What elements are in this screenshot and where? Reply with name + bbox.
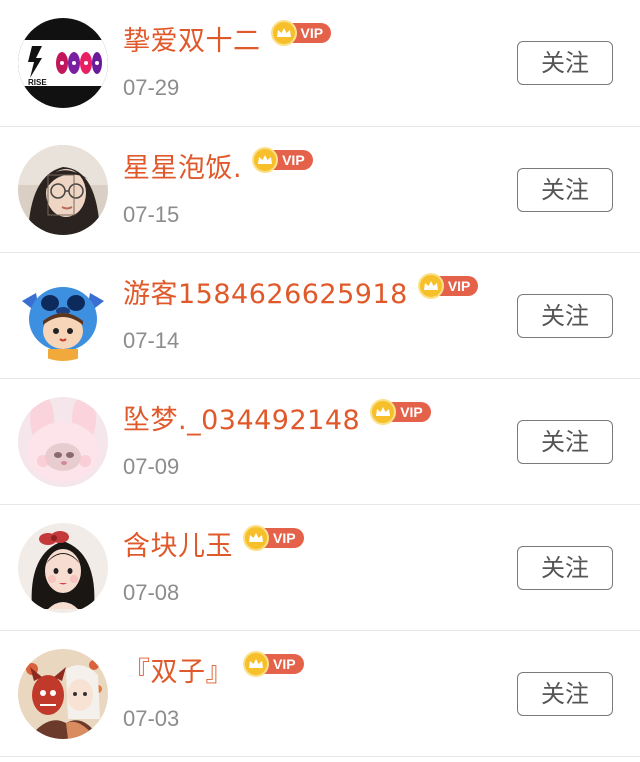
follower-list: RISE 挚爱双十二 VIP 07-29 关注 星星泡饭. VIP 07-15 … bbox=[0, 0, 640, 757]
follow-button[interactable]: 关注 bbox=[517, 41, 613, 85]
girl-photo-avatar-icon[interactable] bbox=[18, 145, 108, 235]
vip-badge: VIP bbox=[370, 399, 431, 425]
username[interactable]: 挚爱双十二 bbox=[123, 22, 261, 62]
crown-icon bbox=[243, 651, 269, 677]
stitch-hood-avatar-icon[interactable] bbox=[18, 271, 108, 361]
anime-pair-avatar-icon[interactable] bbox=[18, 649, 108, 739]
list-item[interactable]: RISE 挚爱双十二 VIP 07-29 关注 bbox=[0, 0, 640, 127]
crown-icon bbox=[252, 147, 279, 173]
crown-icon bbox=[417, 273, 444, 299]
username[interactable]: 星星泡饭. bbox=[123, 149, 242, 189]
list-item[interactable]: 『双子』 VIP 07-03 关注 bbox=[0, 631, 640, 757]
username[interactable]: 坠梦._034492148 bbox=[123, 401, 360, 441]
crown-icon bbox=[370, 399, 397, 425]
cartoon-girl-avatar-icon[interactable] bbox=[18, 523, 108, 613]
vip-badge: VIP bbox=[252, 147, 313, 173]
list-item[interactable]: 游客1584626625918 VIP 07-14 关注 bbox=[0, 253, 640, 379]
follow-button[interactable]: 关注 bbox=[517, 168, 613, 212]
follow-date: 07-14 bbox=[123, 328, 180, 353]
crown-icon bbox=[270, 20, 297, 46]
username[interactable]: 含块儿玉 bbox=[123, 527, 233, 567]
list-item[interactable]: 含块儿玉 VIP 07-08 关注 bbox=[0, 505, 640, 631]
username[interactable]: 『双子』 bbox=[123, 653, 233, 693]
list-item[interactable]: 星星泡饭. VIP 07-15 关注 bbox=[0, 127, 640, 253]
username[interactable]: 游客1584626625918 bbox=[123, 275, 408, 315]
vip-badge: VIP bbox=[417, 273, 479, 299]
follow-button[interactable]: 关注 bbox=[517, 294, 613, 338]
follow-button[interactable]: 关注 bbox=[517, 672, 613, 716]
follow-button[interactable]: 关注 bbox=[517, 546, 613, 590]
vip-badge: VIP bbox=[243, 651, 304, 677]
follow-date: 07-09 bbox=[123, 454, 180, 479]
svg-text:RISE: RISE bbox=[28, 78, 47, 87]
list-item[interactable]: 坠梦._034492148 VIP 07-09 关注 bbox=[0, 379, 640, 505]
follow-button[interactable]: 关注 bbox=[517, 420, 613, 464]
follow-date: 07-03 bbox=[123, 706, 180, 731]
vip-badge: VIP bbox=[243, 525, 304, 551]
follow-date: 07-08 bbox=[123, 580, 180, 605]
pink-bunny-avatar-icon[interactable] bbox=[18, 397, 108, 487]
follow-date: 07-29 bbox=[123, 75, 180, 100]
follow-date: 07-15 bbox=[123, 202, 180, 227]
rise-logo-avatar-icon[interactable]: RISE bbox=[18, 18, 108, 108]
crown-icon bbox=[243, 525, 269, 551]
vip-badge: VIP bbox=[270, 20, 332, 46]
